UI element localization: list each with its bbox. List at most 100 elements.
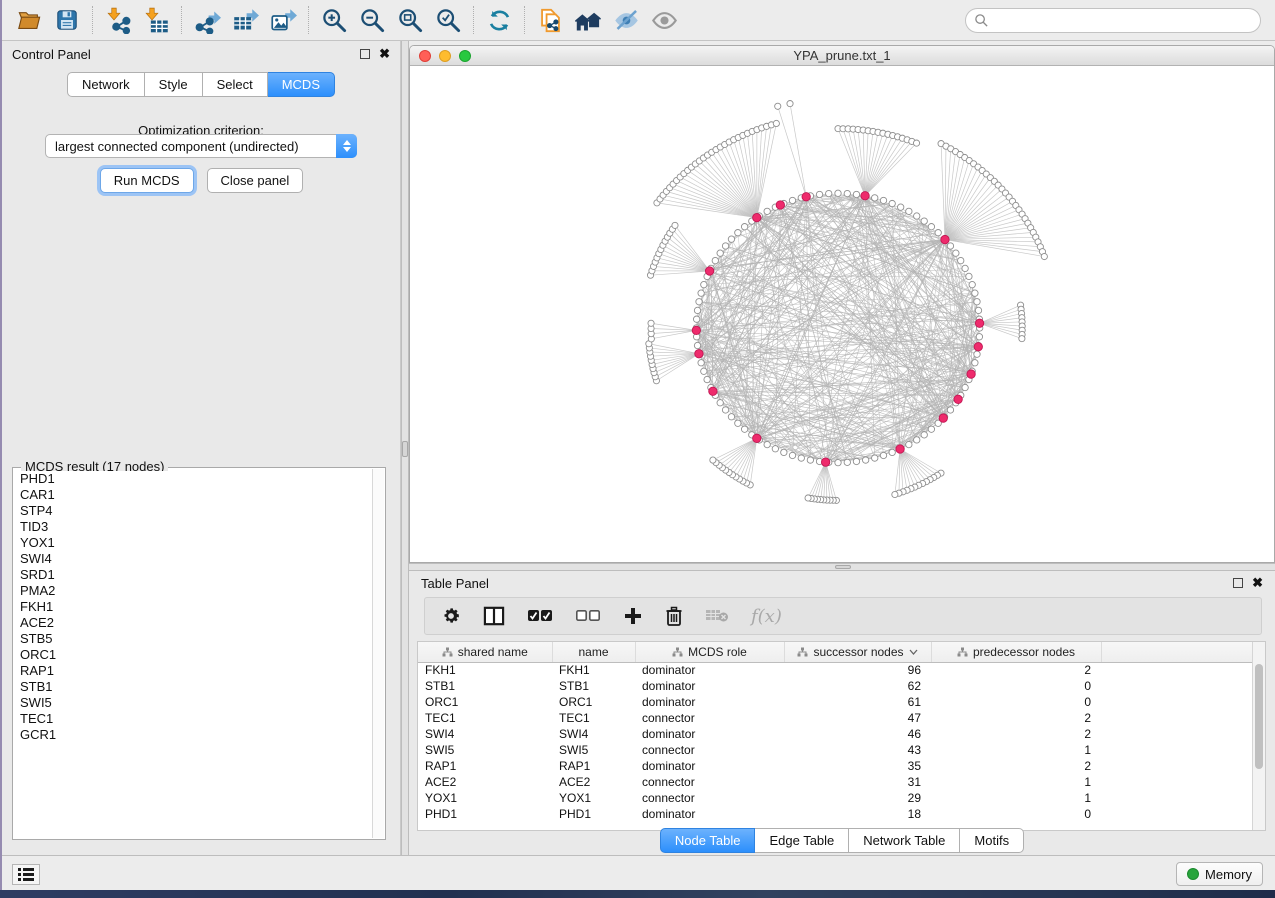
graph-node[interactable]: [728, 414, 734, 420]
mcds-result-item[interactable]: ACE2: [14, 615, 372, 631]
graph-node[interactable]: [844, 190, 850, 196]
graph-node[interactable]: [775, 103, 781, 109]
mcds-result-item[interactable]: TID3: [14, 519, 372, 535]
graph-node[interactable]: [939, 414, 947, 422]
vertical-splitter[interactable]: [401, 41, 409, 855]
splitter-grip[interactable]: [402, 441, 408, 457]
table-row[interactable]: SWI5SWI5connector431: [418, 742, 1254, 758]
open-session-button[interactable]: [10, 4, 48, 36]
network-window-titlebar[interactable]: YPA_prune.txt_1: [410, 46, 1274, 66]
horizontal-splitter[interactable]: [409, 563, 1275, 571]
graph-node[interactable]: [772, 446, 778, 452]
graph-node[interactable]: [717, 400, 723, 406]
mcds-result-item[interactable]: TEC1: [14, 711, 372, 727]
float-panel-icon[interactable]: [360, 49, 370, 59]
tab-node-table[interactable]: Node Table: [660, 828, 756, 853]
column-header-predecessor-nodes[interactable]: predecessor nodes: [931, 642, 1101, 662]
graph-node[interactable]: [1019, 336, 1025, 342]
save-session-button[interactable]: [48, 4, 86, 36]
mcds-list-scrollbar[interactable]: [372, 469, 384, 838]
graph-node[interactable]: [958, 257, 964, 263]
graph-node[interactable]: [753, 213, 761, 221]
graph-node[interactable]: [710, 457, 716, 463]
table-scrollbar-thumb[interactable]: [1255, 664, 1263, 769]
mcds-result-item[interactable]: RAP1: [14, 663, 372, 679]
graph-node[interactable]: [712, 257, 718, 263]
graph-node[interactable]: [872, 455, 878, 461]
graph-node[interactable]: [880, 197, 886, 203]
graph-node[interactable]: [821, 458, 829, 466]
graph-node[interactable]: [914, 213, 920, 219]
splitter-grip[interactable]: [835, 565, 851, 569]
memory-button[interactable]: Memory: [1176, 862, 1263, 886]
graph-node[interactable]: [695, 350, 703, 358]
duplicate-network-button[interactable]: [531, 4, 569, 36]
mcds-result-item[interactable]: CAR1: [14, 487, 372, 503]
table-scrollbar[interactable]: [1252, 642, 1265, 830]
search-box[interactable]: [965, 8, 1261, 33]
close-panel-button[interactable]: Close panel: [207, 168, 304, 193]
graph-node[interactable]: [722, 243, 728, 249]
export-table-button[interactable]: [226, 4, 264, 36]
mcds-result-item[interactable]: YOX1: [14, 535, 372, 551]
graph-node[interactable]: [962, 384, 968, 390]
graph-node[interactable]: [941, 235, 949, 243]
graph-node[interactable]: [974, 351, 980, 357]
tab-edge-table[interactable]: Edge Table: [755, 828, 849, 853]
graph-node[interactable]: [816, 191, 822, 197]
tab-mcds[interactable]: MCDS: [268, 72, 335, 97]
mcds-result-item[interactable]: GCR1: [14, 727, 372, 743]
table-row[interactable]: PHD1PHD1dominator180: [418, 806, 1254, 822]
graph-node[interactable]: [735, 229, 741, 235]
graph-node[interactable]: [872, 195, 878, 201]
graph-node[interactable]: [975, 307, 981, 313]
graph-node[interactable]: [913, 140, 919, 146]
mcds-result-item[interactable]: PHD1: [14, 471, 372, 487]
mcds-result-item[interactable]: SWI5: [14, 695, 372, 711]
mcds-result-item[interactable]: STP4: [14, 503, 372, 519]
graph-node[interactable]: [764, 441, 770, 447]
mcds-result-item[interactable]: SWI4: [14, 551, 372, 567]
graph-node[interactable]: [735, 420, 741, 426]
export-network-button[interactable]: [188, 4, 226, 36]
graph-node[interactable]: [728, 236, 734, 242]
graph-node[interactable]: [787, 100, 793, 106]
graph-node[interactable]: [906, 208, 912, 214]
graph-node[interactable]: [722, 407, 728, 413]
graph-node[interactable]: [892, 491, 898, 497]
graph-node[interactable]: [972, 290, 978, 296]
mcds-result-item[interactable]: STB5: [14, 631, 372, 647]
graph-node[interactable]: [889, 449, 895, 455]
mcds-result-list[interactable]: PHD1CAR1STP4TID3YOX1SWI4SRD1PMA2FKH1ACE2…: [14, 471, 372, 838]
graph-node[interactable]: [705, 267, 713, 275]
graph-node[interactable]: [698, 290, 704, 296]
column-header-shared-name[interactable]: shared name: [418, 642, 552, 662]
graph-node[interactable]: [717, 250, 723, 256]
graph-node[interactable]: [805, 495, 811, 501]
show-all-button[interactable]: [645, 4, 683, 36]
run-mcds-button[interactable]: Run MCDS: [100, 168, 194, 193]
graph-node[interactable]: [789, 197, 795, 203]
table-row[interactable]: SWI4SWI4dominator462: [418, 726, 1254, 742]
column-header-name[interactable]: name: [552, 642, 635, 662]
graph-node[interactable]: [853, 458, 859, 464]
graph-node[interactable]: [753, 434, 761, 442]
graph-node[interactable]: [672, 222, 678, 228]
tab-select[interactable]: Select: [203, 72, 268, 97]
graph-node[interactable]: [835, 459, 841, 465]
graph-node[interactable]: [896, 445, 904, 453]
float-panel-icon[interactable]: [1233, 578, 1243, 588]
tab-style[interactable]: Style: [145, 72, 203, 97]
graph-node[interactable]: [696, 299, 702, 305]
graph-node[interactable]: [701, 368, 707, 374]
task-history-button[interactable]: [12, 864, 40, 885]
table-row[interactable]: ORC1ORC1dominator610: [418, 694, 1254, 710]
graph-node[interactable]: [781, 449, 787, 455]
tab-network[interactable]: Network: [67, 72, 145, 97]
graph-node[interactable]: [704, 376, 710, 382]
column-header-mcds-role[interactable]: MCDS role: [635, 642, 784, 662]
graph-node[interactable]: [954, 395, 962, 403]
graph-node[interactable]: [862, 457, 868, 463]
import-table-button[interactable]: [137, 4, 175, 36]
graph-node[interactable]: [974, 343, 982, 351]
